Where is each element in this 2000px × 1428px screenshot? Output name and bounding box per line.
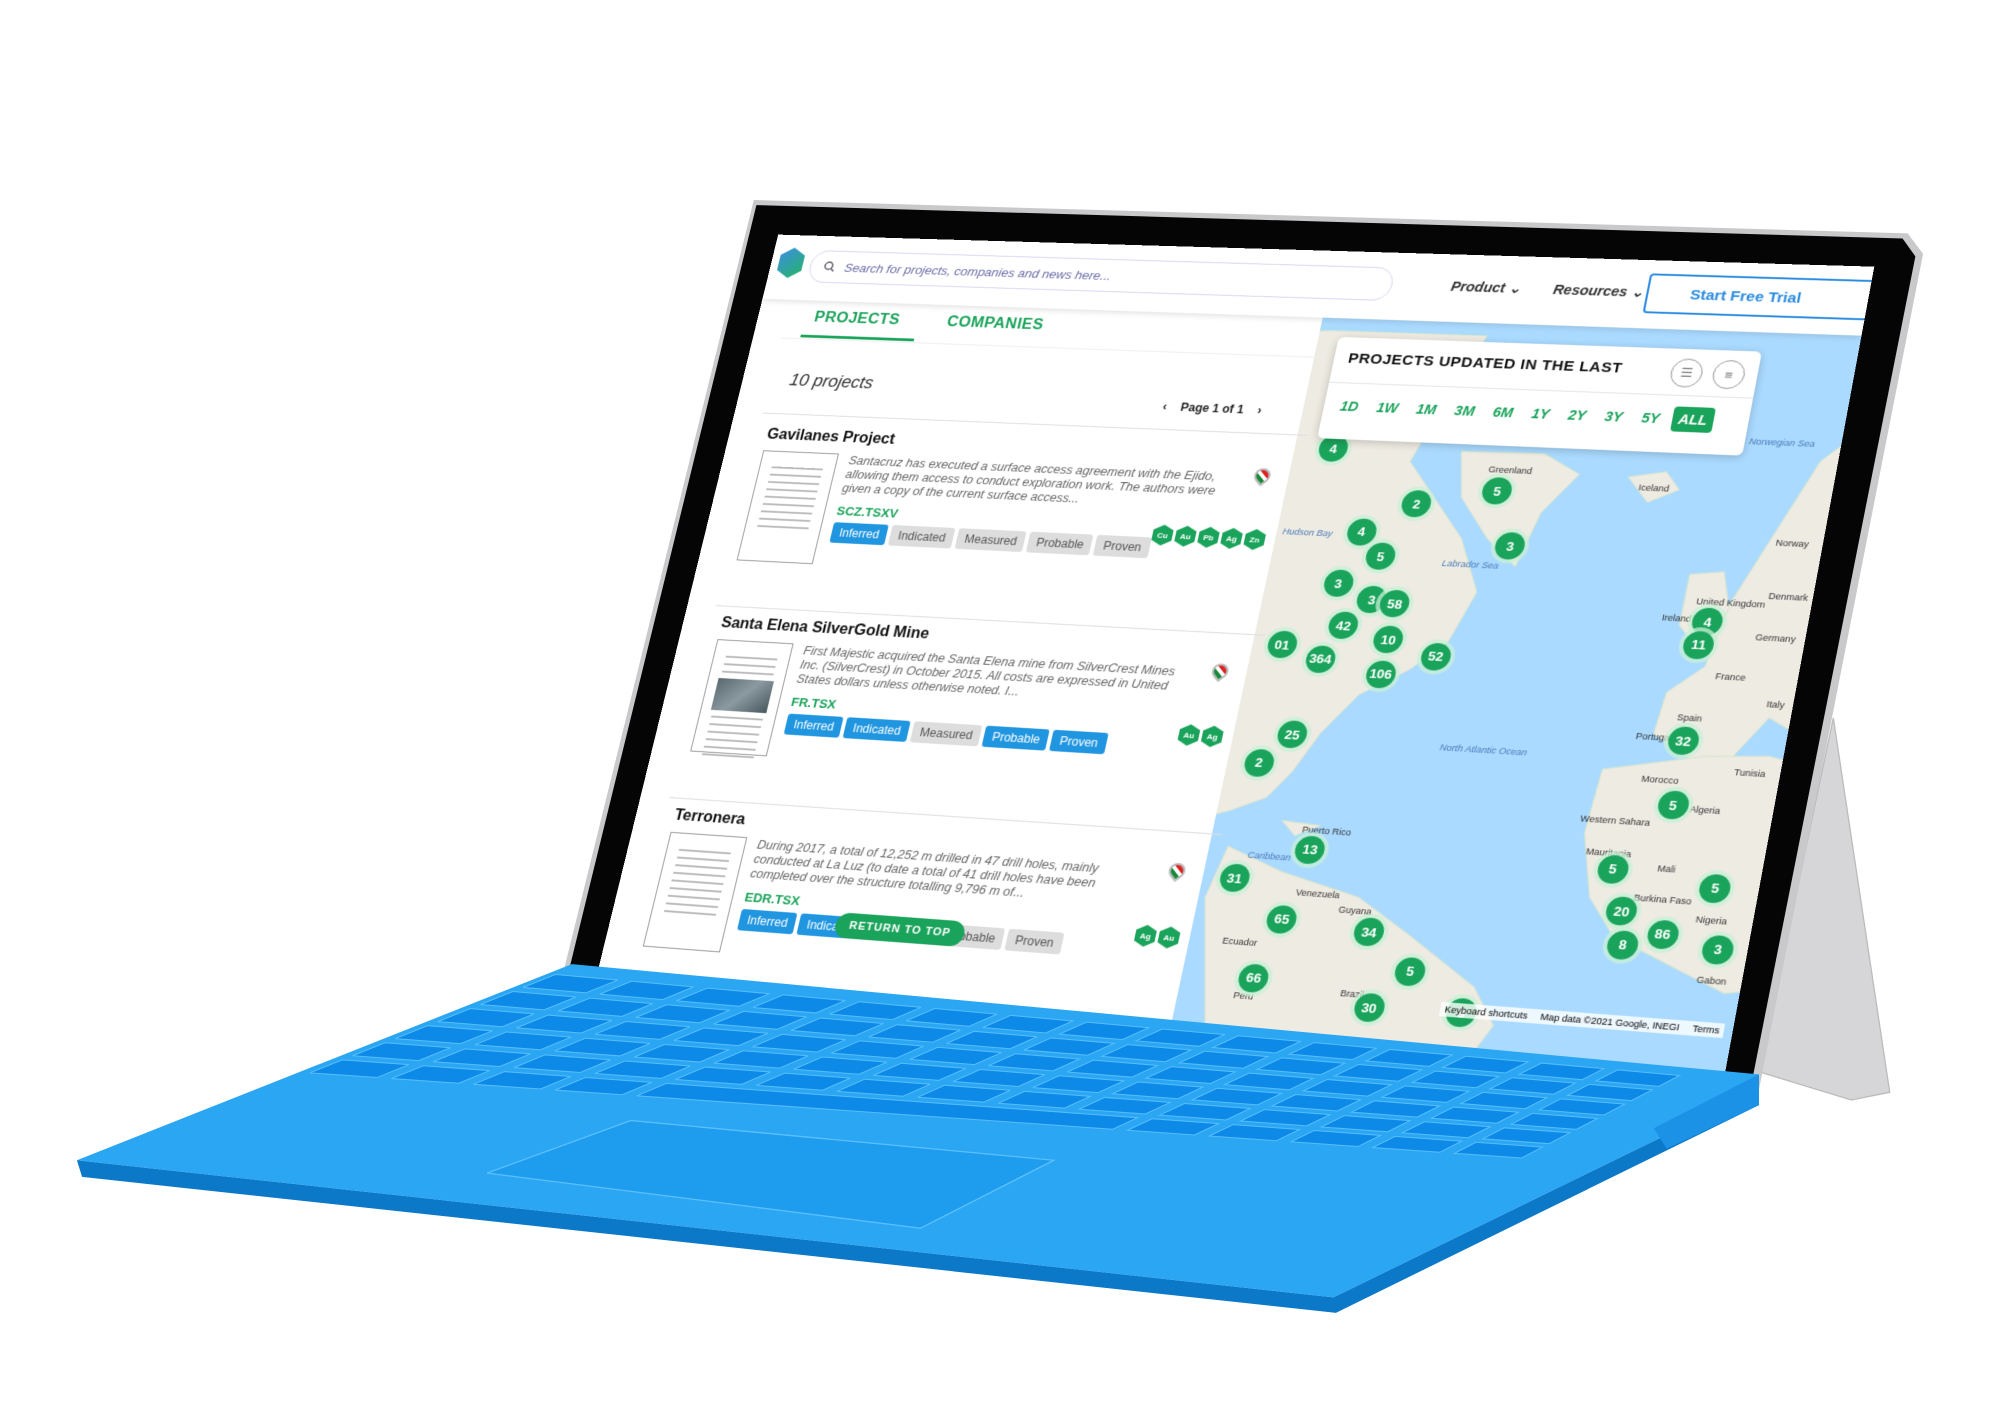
keyboard xyxy=(76,964,1759,1313)
device-photo: Search for projects, companies and news … xyxy=(0,0,2000,1428)
